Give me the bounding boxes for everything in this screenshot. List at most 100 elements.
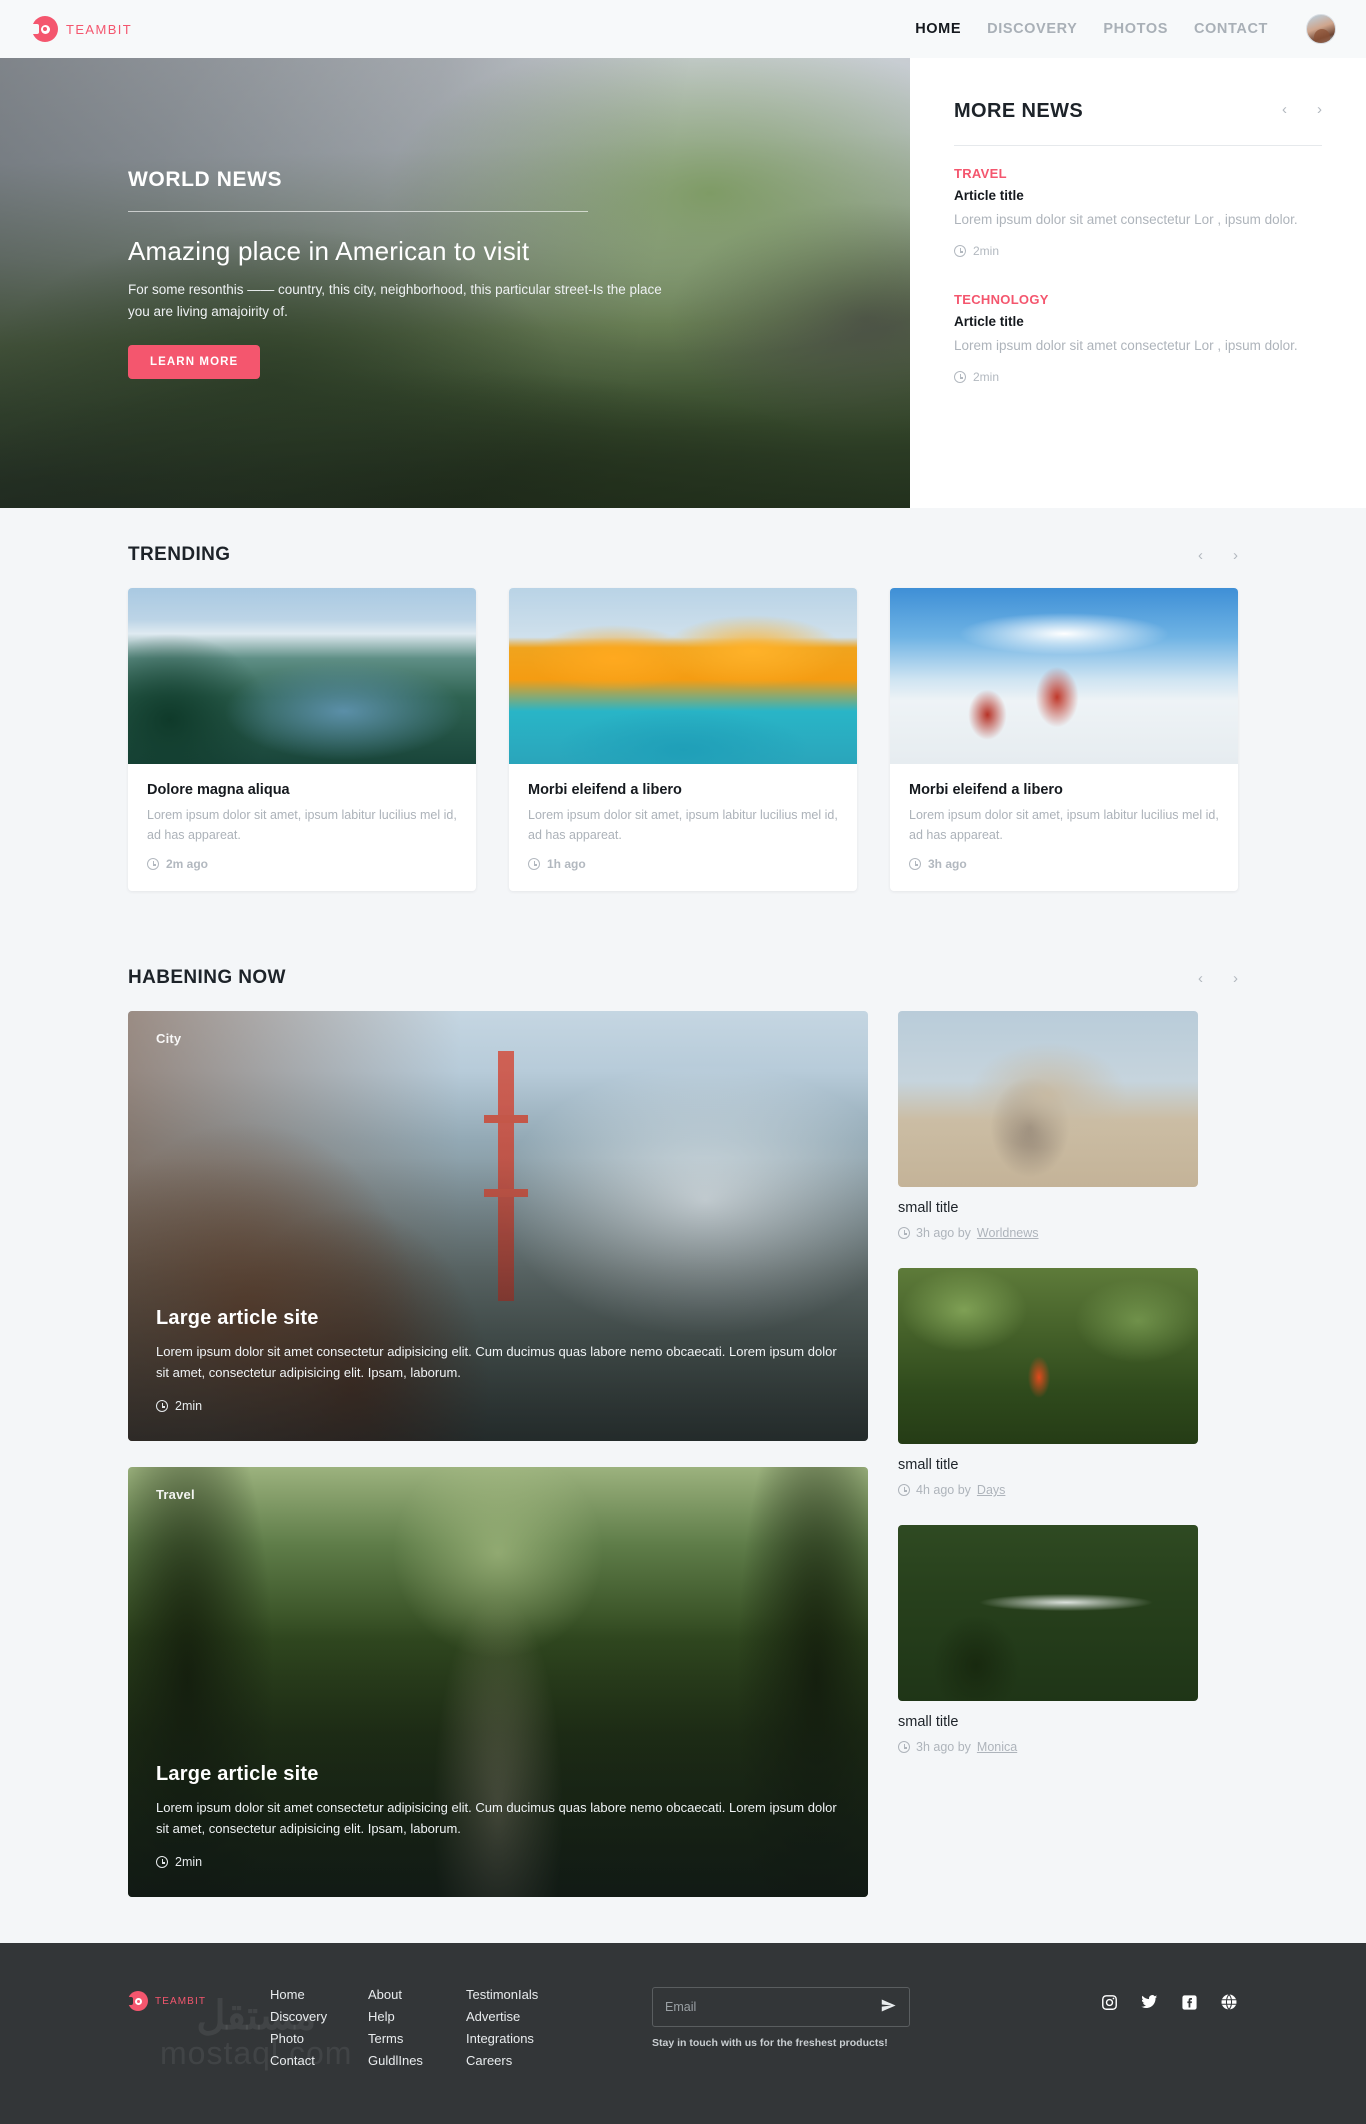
nav-item-discovery[interactable]: DISCOVERY	[987, 21, 1077, 37]
happening-small-time: 4h ago by	[916, 1483, 971, 1497]
nav-item-photos[interactable]: PHOTOS	[1103, 21, 1168, 37]
trending-card-meta: 3h ago	[909, 857, 1219, 871]
footer-link-contact[interactable]: Contact	[270, 2053, 368, 2068]
trending-card-text: Lorem ipsum dolor sit amet, ipsum labitu…	[528, 808, 838, 842]
hero-divider	[128, 211, 588, 212]
happening-small-author[interactable]: Monica	[977, 1740, 1017, 1754]
more-news-time: 2min	[973, 244, 1000, 258]
email-input[interactable]	[665, 2000, 880, 2014]
happening-small-author[interactable]: Days	[977, 1483, 1005, 1497]
trending-card-title: Dolore magna aliqua	[147, 782, 290, 798]
footer-link-integrations[interactable]: Integrations	[466, 2031, 596, 2046]
happening-small-card[interactable]: small title 4h ago by Days	[898, 1268, 1198, 1497]
footer-link-photo[interactable]: Photo	[270, 2031, 368, 2046]
trending-card-meta: 2m ago	[147, 857, 457, 871]
newsletter-block: Stay in touch with us for the freshest p…	[652, 1987, 910, 2049]
clock-icon	[898, 1484, 910, 1496]
main-nav: HOME DISCOVERY PHOTOS CONTACT	[915, 14, 1336, 44]
more-news-category: TRAVEL	[954, 166, 1007, 181]
more-news-category: TECHNOLOGY	[954, 292, 1049, 307]
footer-link-guidelines[interactable]: GuldlInes	[368, 2053, 466, 2068]
footer-link-terms[interactable]: Terms	[368, 2031, 466, 2046]
more-news-excerpt: Lorem ipsum dolor sit amet consectetur L…	[954, 338, 1298, 353]
footer-brand-logo[interactable]: TEAMBIT	[127, 1987, 270, 2011]
clock-icon	[147, 858, 159, 870]
footer-link-home[interactable]: Home	[270, 1987, 368, 2002]
clock-icon	[954, 371, 966, 383]
happening-card-title: Large article site	[156, 1307, 319, 1329]
happening-large-card[interactable]: City Large article site Lorem ipsum dolo…	[128, 1011, 868, 1441]
more-news-time: 2min	[973, 370, 1000, 384]
more-news-next-icon[interactable]: ›	[1317, 102, 1322, 117]
happening-side-column: small title 3h ago by Worldnews small ti…	[898, 1011, 1198, 1897]
trending-card-title: Morbi eleifend a libero	[909, 782, 1063, 798]
facebook-icon[interactable]	[1180, 1993, 1198, 2011]
happening-large-card[interactable]: Travel Large article site Lorem ipsum do…	[128, 1467, 868, 1897]
trending-card[interactable]: Morbi eleifend a libero Lorem ipsum dolo…	[890, 588, 1238, 891]
more-news-meta: 2min	[954, 244, 1322, 258]
trending-next-icon[interactable]: ›	[1233, 548, 1238, 563]
more-news-prev-icon[interactable]: ‹	[1282, 102, 1287, 117]
happening-small-meta: 3h ago by Monica	[898, 1740, 1198, 1754]
teambit-logo-icon	[31, 16, 58, 42]
happening-card-text: Lorem ipsum dolor sit amet consectetur a…	[156, 1800, 837, 1836]
trending-card-image	[128, 588, 476, 764]
trending-card-meta: 1h ago	[528, 857, 838, 871]
hero-section: WORLD NEWS Amazing place in American to …	[0, 58, 1366, 508]
trending-card-image	[890, 588, 1238, 764]
trending-card[interactable]: Morbi eleifend a libero Lorem ipsum dolo…	[509, 588, 857, 891]
clock-icon	[528, 858, 540, 870]
more-news-article-title: Article title	[954, 188, 1024, 203]
trending-grid: Dolore magna aliqua Lorem ipsum dolor si…	[128, 588, 1238, 931]
brand-logo[interactable]: TEAMBIT	[31, 16, 133, 42]
brand-name: TEAMBIT	[66, 21, 133, 37]
happening-prev-icon[interactable]: ‹	[1198, 971, 1203, 986]
footer-link-testimonials[interactable]: TestimonIals	[466, 1987, 596, 2002]
newsletter-note: Stay in touch with us for the freshest p…	[652, 2037, 888, 2049]
trending-title: TRENDING	[128, 544, 231, 565]
footer-link-discovery[interactable]: Discovery	[270, 2009, 368, 2024]
happening-small-image	[898, 1011, 1198, 1187]
page-root: TEAMBIT HOME DISCOVERY PHOTOS CONTACT WO…	[0, 0, 1366, 2124]
happening-small-card[interactable]: small title 3h ago by Worldnews	[898, 1011, 1198, 1240]
more-news-item[interactable]: TRAVEL Article title Lorem ipsum dolor s…	[954, 166, 1322, 258]
more-news-panel: MORE NEWS ‹ › TRAVEL Article title Lorem…	[910, 58, 1366, 508]
happening-small-time: 3h ago by	[916, 1226, 971, 1240]
happening-small-author[interactable]: Worldnews	[977, 1226, 1039, 1240]
happening-card-tag: City	[156, 1031, 182, 1046]
happening-small-card[interactable]: small title 3h ago by Monica	[898, 1525, 1198, 1754]
teambit-logo-icon	[127, 1991, 148, 2011]
happening-title: HABENING NOW	[128, 967, 286, 988]
globe-icon[interactable]	[1220, 1993, 1238, 2011]
more-news-item[interactable]: TECHNOLOGY Article title Lorem ipsum dol…	[954, 292, 1322, 384]
footer-link-about[interactable]: About	[368, 1987, 466, 2002]
site-footer: مستقل mostaql.com TEAMBIT Home Discovery…	[0, 1943, 1366, 2124]
hero-banner: WORLD NEWS Amazing place in American to …	[0, 58, 910, 508]
learn-more-button[interactable]: LEARN MORE	[128, 345, 261, 379]
instagram-icon[interactable]	[1100, 1993, 1118, 2011]
happening-main-column: City Large article site Lorem ipsum dolo…	[128, 1011, 868, 1897]
trending-card[interactable]: Dolore magna aliqua Lorem ipsum dolor si…	[128, 588, 476, 891]
footer-brand-name: TEAMBIT	[155, 1995, 207, 2007]
twitter-icon[interactable]	[1140, 1993, 1158, 2011]
footer-link-careers[interactable]: Careers	[466, 2053, 596, 2068]
user-avatar[interactable]	[1306, 14, 1336, 44]
more-news-meta: 2min	[954, 370, 1322, 384]
nav-item-home[interactable]: HOME	[915, 21, 961, 37]
happening-next-icon[interactable]: ›	[1233, 971, 1238, 986]
happening-card-meta: 2min	[156, 1399, 840, 1413]
more-news-title: MORE NEWS	[954, 100, 1084, 122]
more-news-excerpt: Lorem ipsum dolor sit amet consectetur L…	[954, 212, 1298, 227]
footer-column-3: TestimonIals Advertise Integrations Care…	[466, 1987, 596, 2068]
social-links	[1100, 1987, 1238, 2011]
send-icon[interactable]	[880, 1997, 897, 2018]
trending-prev-icon[interactable]: ‹	[1198, 548, 1203, 563]
clock-icon	[898, 1741, 910, 1753]
happening-card-time: 2min	[175, 1399, 203, 1413]
footer-link-advertise[interactable]: Advertise	[466, 2009, 596, 2024]
clock-icon	[909, 858, 921, 870]
newsletter-form[interactable]	[652, 1987, 910, 2027]
nav-item-contact[interactable]: CONTACT	[1194, 21, 1268, 37]
clock-icon	[954, 245, 966, 257]
footer-link-help[interactable]: Help	[368, 2009, 466, 2024]
